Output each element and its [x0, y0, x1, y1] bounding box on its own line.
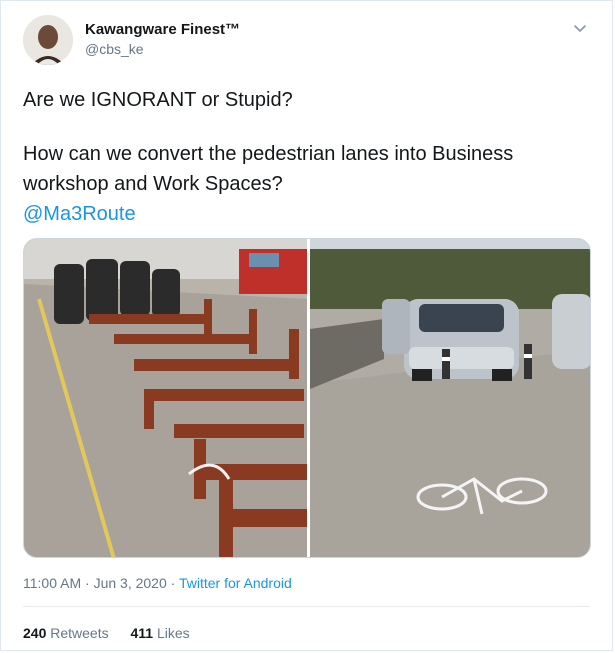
- photo-left[interactable]: [24, 239, 307, 558]
- mention-link[interactable]: @Ma3Route: [23, 203, 136, 225]
- tweet-date[interactable]: Jun 3, 2020: [94, 575, 167, 591]
- tweet-line-2: How can we convert the pedestrian lanes …: [23, 143, 514, 195]
- likes-count: 411: [130, 625, 154, 641]
- meta-separator: ·: [166, 575, 179, 591]
- tweet-media[interactable]: [23, 238, 591, 558]
- tweet-text: Are we IGNORANT or Stupid? How can we co…: [23, 85, 593, 229]
- tweet-stats: 240 Retweets 411 Likes: [23, 625, 208, 641]
- meta-separator: ·: [81, 575, 94, 591]
- likes-stat[interactable]: 411 Likes: [131, 625, 190, 641]
- retweets-count: 240: [23, 625, 47, 641]
- user-names: Kawangware Finest™ @cbs_ke: [85, 21, 240, 57]
- tweet-card: Kawangware Finest™ @cbs_ke Are we IGNORA…: [0, 0, 613, 651]
- photo-right[interactable]: [310, 239, 591, 558]
- retweets-stat[interactable]: 240 Retweets: [23, 625, 109, 641]
- divider: [23, 606, 590, 607]
- user-handle[interactable]: @cbs_ke: [85, 41, 240, 57]
- chevron-down-icon[interactable]: [571, 19, 589, 37]
- car: [404, 299, 519, 381]
- tweet-time[interactable]: 11:00 AM: [23, 575, 81, 591]
- avatar[interactable]: [23, 15, 73, 65]
- tweet-line-1: Are we IGNORANT or Stupid?: [23, 89, 293, 111]
- likes-label: Likes: [156, 625, 190, 641]
- retweets-label: Retweets: [50, 625, 109, 641]
- tweet-header: Kawangware Finest™ @cbs_ke: [23, 15, 593, 67]
- tweet-source[interactable]: Twitter for Android: [179, 575, 292, 591]
- tweet-meta: 11:00 AM · Jun 3, 2020 · Twitter for And…: [23, 575, 292, 591]
- display-name[interactable]: Kawangware Finest™: [85, 21, 240, 38]
